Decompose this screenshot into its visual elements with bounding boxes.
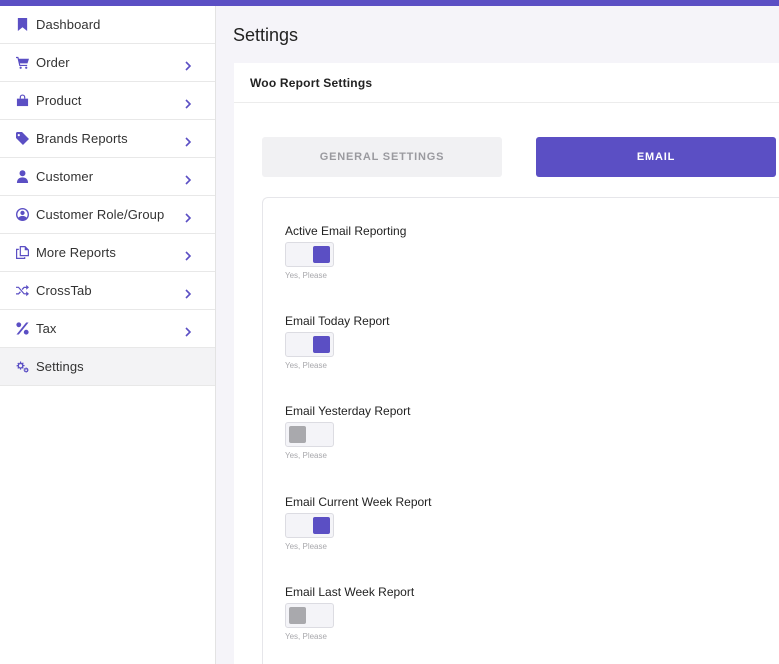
- setting-label: Email Last Week Report: [285, 585, 415, 599]
- toggle-hint: Yes, Please: [285, 451, 327, 460]
- tab-email[interactable]: EMAIL: [536, 137, 776, 177]
- setting-label: Email Today Report: [285, 314, 390, 328]
- toggle-switch[interactable]: [285, 332, 334, 357]
- sidebar-item-settings[interactable]: Settings: [0, 348, 215, 386]
- sidebar-item-label: Product: [36, 93, 82, 108]
- chevron-right-icon: [183, 58, 193, 71]
- sidebar: Dashboard Order Product Brands Reports C…: [0, 6, 216, 664]
- page-title: Settings: [233, 25, 299, 45]
- toggle-hint: Yes, Please: [285, 542, 327, 551]
- sidebar-item-label: More Reports: [36, 245, 116, 260]
- toggle-switch[interactable]: [285, 603, 334, 628]
- setting-label: Email Yesterday Report: [285, 404, 411, 418]
- toggle-hint: Yes, Please: [285, 361, 327, 370]
- sidebar-item-customer[interactable]: Customer: [0, 158, 215, 196]
- chevron-right-icon: [183, 210, 193, 223]
- sidebar-item-label: CrossTab: [36, 283, 92, 298]
- percent-icon: [14, 321, 30, 337]
- chevron-right-icon: [183, 248, 193, 261]
- chevron-right-icon: [183, 324, 193, 337]
- gears-icon: [14, 359, 30, 375]
- shopping-bag-icon: [14, 93, 30, 109]
- shuffle-icon: [14, 283, 30, 299]
- sidebar-item-brands-reports[interactable]: Brands Reports: [0, 120, 215, 158]
- toggle-switch[interactable]: [285, 422, 334, 447]
- toggle-hint: Yes, Please: [285, 271, 327, 280]
- chevron-right-icon: [183, 134, 193, 147]
- chevron-right-icon: [183, 286, 193, 299]
- sidebar-item-product[interactable]: Product: [0, 82, 215, 120]
- sidebar-item-more-reports[interactable]: More Reports: [0, 234, 215, 272]
- user-icon: [14, 169, 30, 185]
- toggle-knob: [289, 607, 306, 624]
- copy-icon: [14, 245, 30, 261]
- sidebar-item-label: Tax: [36, 321, 57, 336]
- tab-general-settings[interactable]: GENERAL SETTINGS: [262, 137, 502, 177]
- setting-email-yesterday-report: Email Yesterday Report Yes, Please: [285, 404, 411, 460]
- setting-email-today-report: Email Today Report Yes, Please: [285, 314, 390, 370]
- sidebar-item-crosstab[interactable]: CrossTab: [0, 272, 215, 310]
- toggle-knob: [313, 246, 330, 263]
- setting-email-last-week-report: Email Last Week Report Yes, Please: [285, 585, 415, 641]
- card-header: Woo Report Settings: [234, 63, 779, 103]
- toggle-knob: [313, 336, 330, 353]
- sidebar-item-customer-role-group[interactable]: Customer Role/Group: [0, 196, 215, 234]
- setting-label: Email Current Week Report: [285, 495, 432, 509]
- sidebar-item-label: Order: [36, 55, 70, 70]
- sidebar-item-label: Dashboard: [36, 17, 101, 32]
- toggle-hint: Yes, Please: [285, 632, 327, 641]
- chevron-right-icon: [183, 172, 193, 185]
- sidebar-item-label: Customer: [36, 169, 94, 184]
- setting-email-current-week-report: Email Current Week Report Yes, Please: [285, 495, 432, 551]
- chevron-right-icon: [183, 96, 193, 109]
- user-circle-icon: [14, 207, 30, 223]
- setting-label: Active Email Reporting: [285, 224, 407, 238]
- toggle-switch[interactable]: [285, 513, 334, 538]
- sidebar-item-order[interactable]: Order: [0, 44, 215, 82]
- email-settings-panel: Active Email Reporting Yes, Please Email…: [262, 197, 779, 664]
- settings-card: Woo Report Settings GENERAL SETTINGS EMA…: [234, 63, 779, 664]
- sidebar-item-dashboard[interactable]: Dashboard: [0, 6, 215, 44]
- sidebar-item-tax[interactable]: Tax: [0, 310, 215, 348]
- bookmark-icon: [14, 17, 30, 33]
- tag-icon: [14, 131, 30, 147]
- cart-icon: [14, 55, 30, 71]
- toggle-switch[interactable]: [285, 242, 334, 267]
- toggle-knob: [289, 426, 306, 443]
- card-title: Woo Report Settings: [250, 75, 373, 90]
- sidebar-item-label: Brands Reports: [36, 131, 128, 146]
- toggle-knob: [313, 517, 330, 534]
- sidebar-item-label: Customer Role/Group: [36, 207, 165, 222]
- setting-active-email-reporting: Active Email Reporting Yes, Please: [285, 224, 407, 280]
- main-content: Settings Woo Report Settings GENERAL SET…: [217, 6, 779, 664]
- sidebar-item-label: Settings: [36, 359, 84, 374]
